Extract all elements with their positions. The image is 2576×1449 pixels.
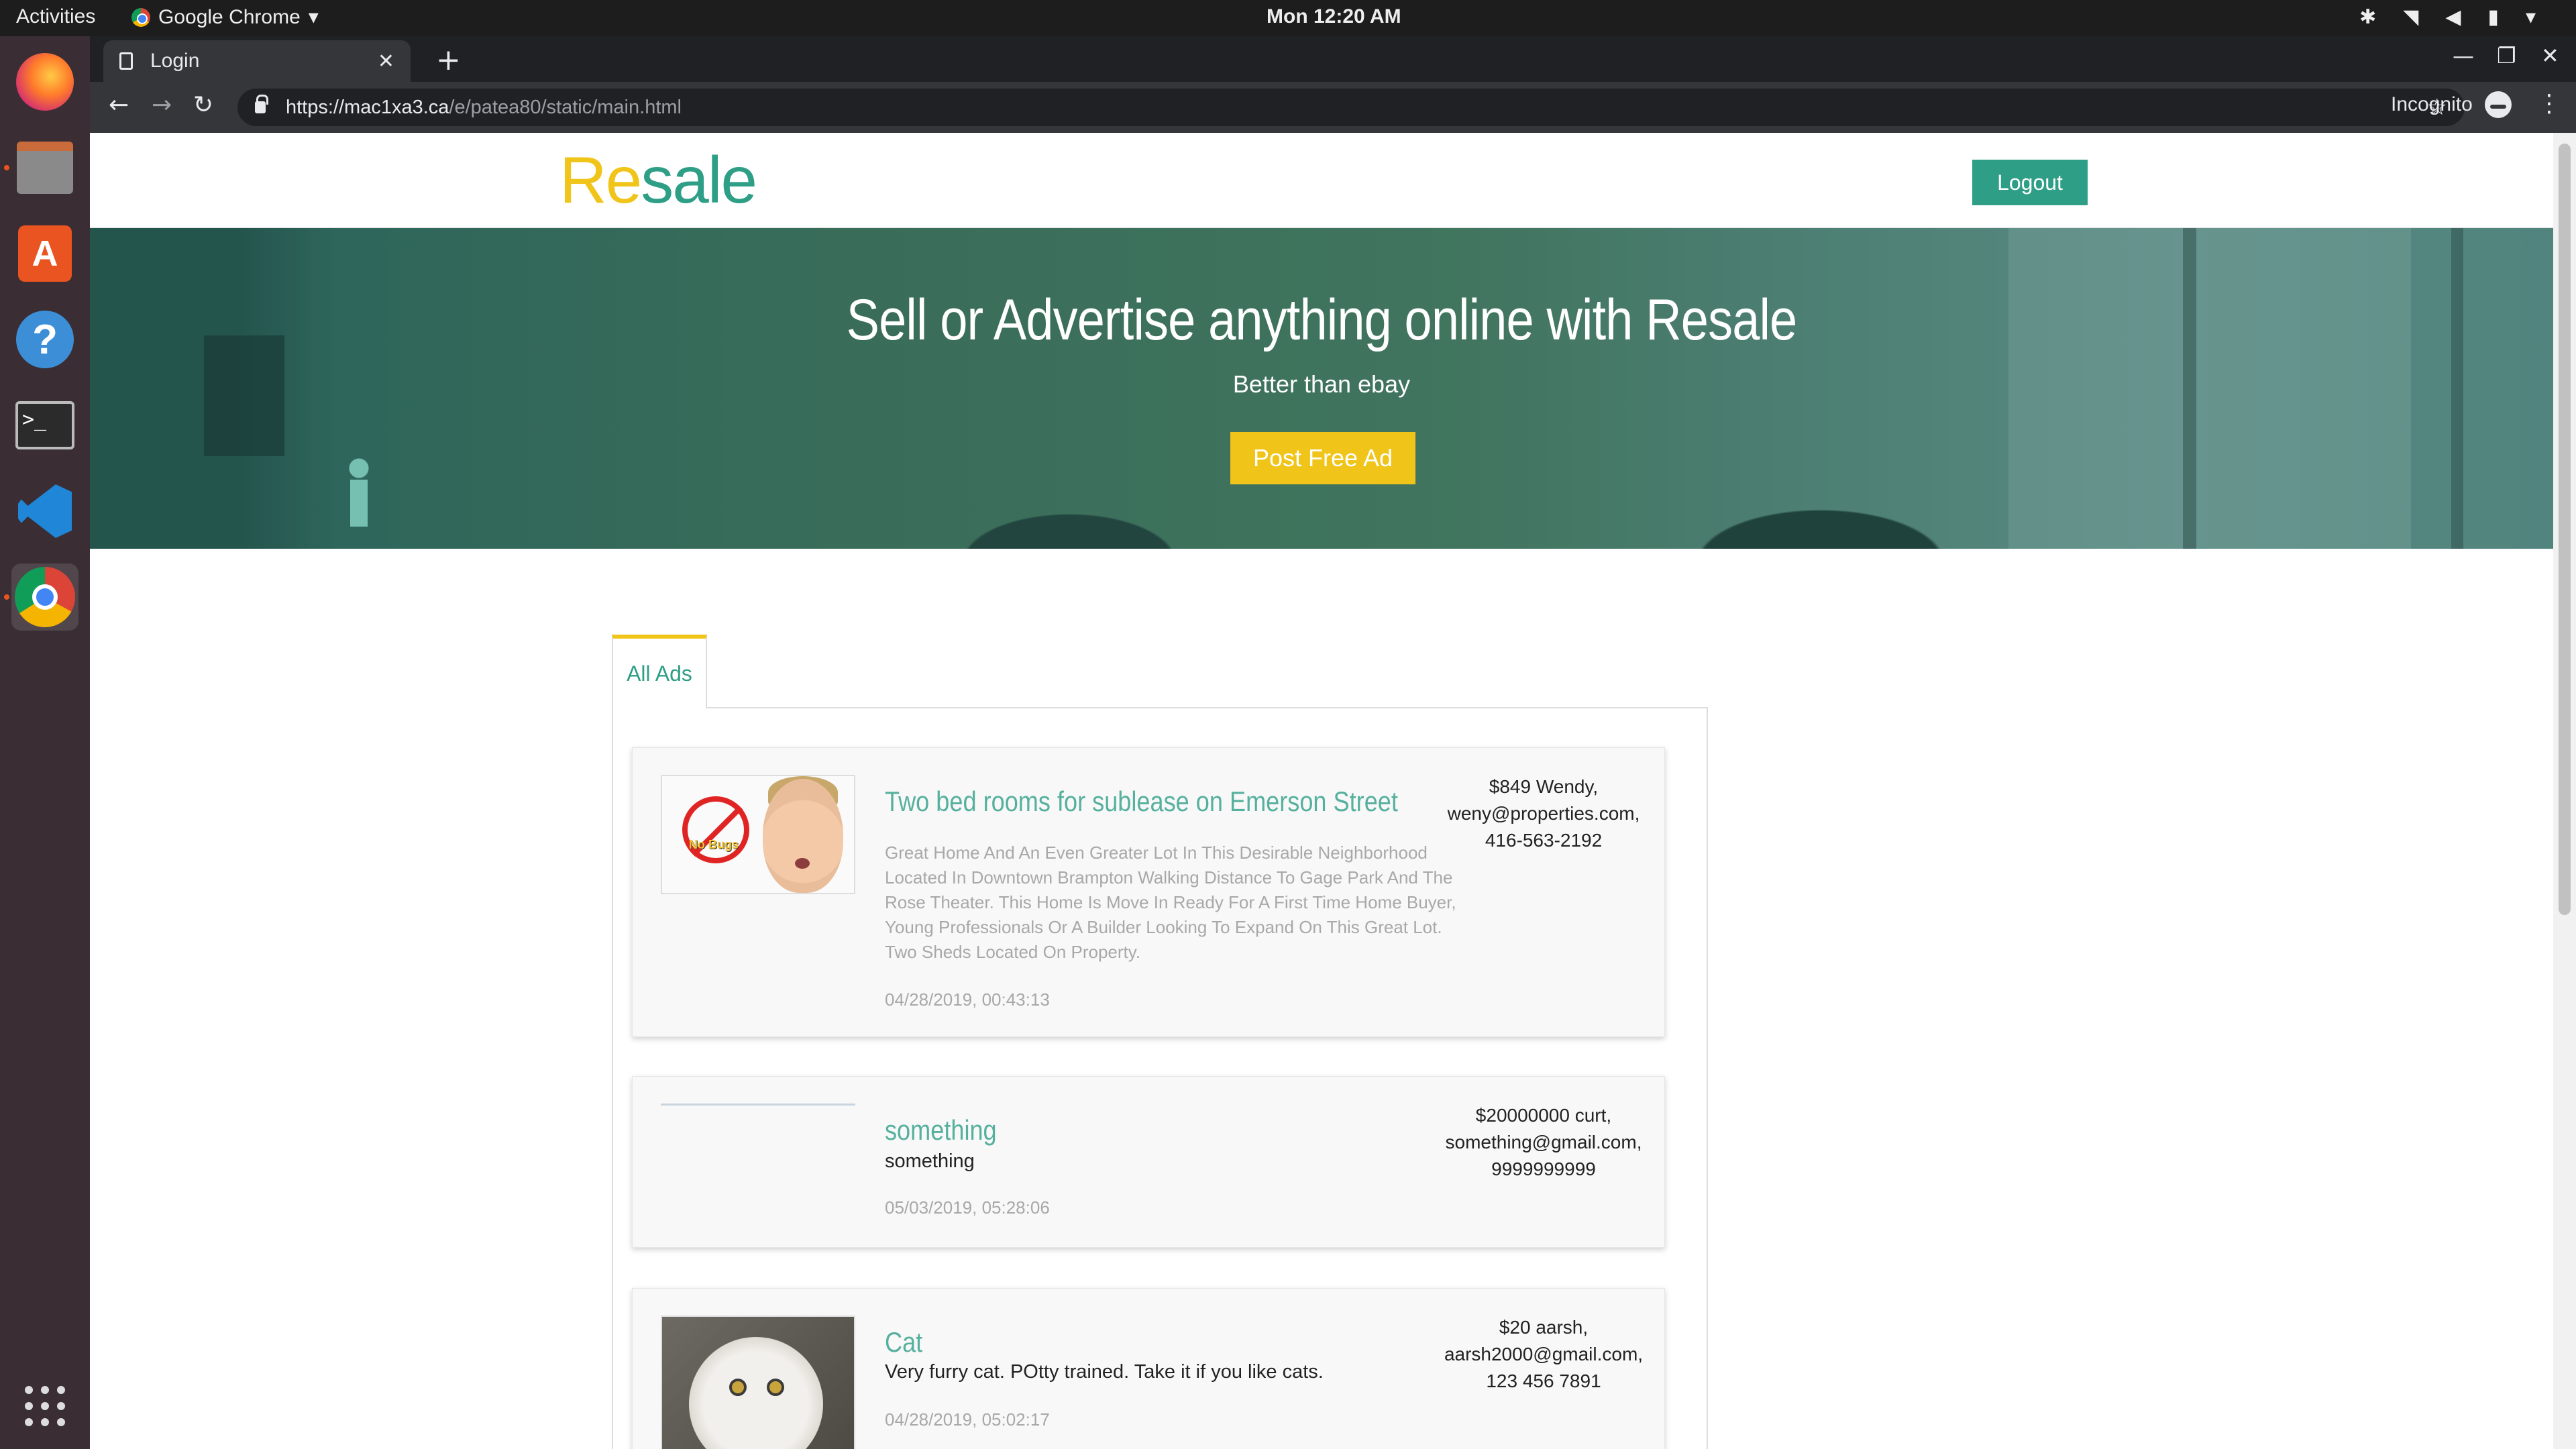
ad-description: Very furry cat. POtty trained. Take it i… <box>885 1361 1324 1383</box>
app-menu[interactable]: Google Chrome ▾ <box>131 5 319 29</box>
ad-date: 05/03/2019, 05:28:06 <box>885 1197 1050 1218</box>
ad-photo: No Bugs <box>662 776 854 893</box>
system-tray[interactable]: ✱ ◥ ◀ ▮ ▾ <box>2359 5 2536 29</box>
ad-image[interactable] <box>661 1316 855 1449</box>
ad-contact: $20 aarsh, aarsh2000@gmail.com, 123 456 … <box>1443 1314 1644 1395</box>
hero-banner: Sell or Advertise anything online with R… <box>90 228 2553 549</box>
vscode-icon <box>18 484 72 538</box>
ad-price-seller: $849 Wendy, <box>1489 776 1599 797</box>
terminal-icon: >_ <box>15 401 74 449</box>
new-tab-button[interactable]: + <box>436 43 461 77</box>
ad-card[interactable]: No Bugs Two bed rooms for sublease on Em… <box>632 747 1665 1037</box>
running-indicator <box>4 165 9 170</box>
wifi-icon: ◥ <box>2403 5 2419 29</box>
no-sign-icon <box>682 796 749 863</box>
url-path: /e/patea80/static/main.html <box>449 96 682 118</box>
files-icon <box>17 142 73 194</box>
app-menu-label: Google Chrome <box>158 5 301 28</box>
ad-contact: $849 Wendy, weny@properties.com, 416-563… <box>1443 773 1644 854</box>
browser-tab[interactable]: Login ✕ <box>103 40 411 82</box>
software-center-icon: A <box>18 225 72 282</box>
page-icon <box>119 52 133 70</box>
firefox-icon <box>16 53 74 111</box>
incognito-icon <box>2484 91 2512 118</box>
volume-icon: ◀ <box>2445 5 2461 29</box>
chrome-icon <box>15 567 75 627</box>
ad-date: 04/28/2019, 05:02:17 <box>885 1409 1050 1430</box>
dock-files[interactable] <box>11 134 78 201</box>
dock-software[interactable]: A <box>11 220 78 287</box>
hero-title: Sell or Advertise anything online with R… <box>846 288 1798 352</box>
browser-toolbar: ← → ↻ https://mac1xa3.ca/e/patea80/stati… <box>90 82 2576 133</box>
tab-all-ads[interactable]: All Ads <box>612 635 707 708</box>
dock-help[interactable]: ? <box>11 306 78 373</box>
ad-phone: 416-563-2192 <box>1485 830 1603 851</box>
logo-part-2: sale <box>641 143 757 217</box>
ad-image[interactable] <box>661 1104 855 1110</box>
ad-email: something@gmail.com, <box>1445 1132 1642 1152</box>
dock-firefox[interactable] <box>11 48 78 115</box>
ad-title[interactable]: something <box>885 1114 997 1146</box>
incognito-indicator[interactable]: Incognito <box>2391 91 2512 118</box>
address-bar[interactable]: https://mac1xa3.ca/e/patea80/static/main… <box>237 89 2465 126</box>
lock-icon <box>255 95 268 113</box>
help-icon: ? <box>16 311 74 368</box>
close-window-icon[interactable]: ✕ <box>2541 43 2559 68</box>
dock-vscode[interactable] <box>11 478 78 545</box>
site-logo[interactable]: Resale <box>559 142 757 218</box>
ad-phone: 9999999999 <box>1491 1159 1596 1179</box>
scrollbar-thumb[interactable] <box>2559 144 2571 915</box>
battery-icon: ▮ <box>2487 5 2499 29</box>
ad-phone: 123 456 7891 <box>1486 1371 1601 1391</box>
ad-title[interactable]: Cat <box>885 1326 922 1358</box>
ad-photo <box>662 1317 854 1449</box>
site-header: Resale Logout <box>90 133 2553 228</box>
ad-image[interactable]: No Bugs <box>661 775 855 894</box>
page-viewport: Resale Logout Sell or Advertise anything… <box>90 133 2576 1449</box>
url-host: https://mac1xa3.ca <box>286 96 449 118</box>
browser-window: Login ✕ + — ❐ ✕ ← → ↻ https://mac1xa3.ca… <box>90 36 2576 1449</box>
ad-description: something <box>885 1150 975 1172</box>
tab-strip: Login ✕ + — ❐ ✕ <box>90 36 2576 82</box>
chrome-icon <box>131 7 150 27</box>
ad-title[interactable]: Two bed rooms for sublease on Emerson St… <box>885 786 1398 818</box>
menu-kebab-icon[interactable]: ⋮ <box>2537 90 2561 117</box>
bluetooth-icon: ✱ <box>2359 5 2377 29</box>
power-menu-icon: ▾ <box>2525 5 2536 29</box>
reload-icon[interactable]: ↻ <box>193 91 213 119</box>
forward-icon[interactable]: → <box>152 91 172 119</box>
page-scrollbar[interactable] <box>2553 133 2576 1449</box>
ad-email: weny@properties.com, <box>1447 803 1640 824</box>
dock-terminal[interactable]: >_ <box>11 392 78 459</box>
running-indicator <box>4 594 9 600</box>
close-tab-icon[interactable]: ✕ <box>378 50 394 73</box>
post-free-ad-button[interactable]: Post Free Ad <box>1230 432 1415 484</box>
system-top-bar: Activities Google Chrome ▾ Mon 12:20 AM … <box>0 0 2576 36</box>
ad-card[interactable]: Cat Very furry cat. POtty trained. Take … <box>632 1288 1665 1449</box>
ad-description: Great Home And An Even Greater Lot In Th… <box>885 843 1456 962</box>
ad-contact: $20000000 curt, something@gmail.com, 999… <box>1443 1102 1644 1183</box>
dock-chrome[interactable] <box>11 564 78 631</box>
image-caption: No Bugs <box>689 838 739 851</box>
logout-button[interactable]: Logout <box>1972 160 2088 205</box>
incognito-label: Incognito <box>2391 93 2473 115</box>
tab-title: Login <box>150 50 200 72</box>
dock: A ? >_ <box>0 36 90 1449</box>
ad-email: aarsh2000@gmail.com, <box>1444 1344 1644 1364</box>
ad-price-seller: $20 aarsh, <box>1499 1317 1589 1338</box>
ad-date: 04/28/2019, 00:43:13 <box>885 989 1050 1010</box>
back-icon[interactable]: ← <box>109 91 129 119</box>
ad-price-seller: $20000000 curt, <box>1475 1105 1612 1126</box>
ad-card[interactable]: something something 05/03/2019, 05:28:06… <box>632 1076 1665 1248</box>
clock[interactable]: Mon 12:20 AM <box>1267 5 1401 28</box>
activities-button[interactable]: Activities <box>16 5 95 28</box>
restore-icon[interactable]: ❐ <box>2497 43 2516 68</box>
show-applications-icon[interactable] <box>25 1386 65 1426</box>
chevron-down-icon: ▾ <box>308 6 319 28</box>
logo-part-1: Re <box>559 143 642 217</box>
hero-subtitle: Better than ebay <box>1232 370 1411 398</box>
minimize-icon[interactable]: — <box>2453 43 2474 68</box>
